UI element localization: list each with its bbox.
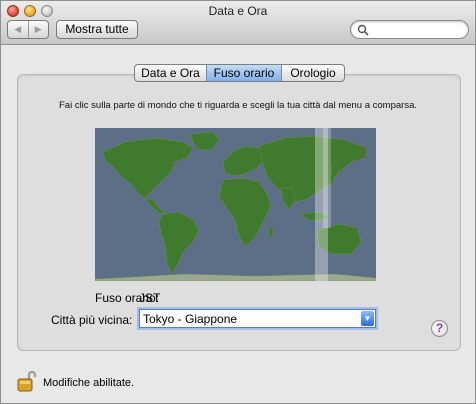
antarctica-region — [95, 273, 376, 281]
south-america-region — [158, 211, 200, 275]
closest-city-combobox[interactable]: Tokyo - Giappone ▼ — [139, 309, 376, 328]
tab-clock[interactable]: Orologio — [281, 65, 344, 81]
africa-region — [218, 177, 272, 247]
closest-city-value[interactable]: Tokyo - Giappone — [143, 312, 237, 326]
instruction-text: Fai clic sulla parte di mondo che ti rig… — [58, 100, 417, 111]
world-map[interactable] — [95, 128, 376, 281]
forward-arrow-icon[interactable]: ▶ — [27, 21, 49, 38]
tab-date-time[interactable]: Data e Ora — [135, 65, 206, 81]
greenland-region — [190, 131, 220, 151]
back-forward-control[interactable]: ◀ ▶ — [7, 20, 49, 39]
asia-region — [258, 135, 368, 203]
search-icon — [357, 24, 369, 36]
tab-bar: Data e Ora Fuso orario Orologio — [134, 64, 345, 82]
show-all-button[interactable]: Mostra tutte — [56, 20, 138, 39]
tab-time-zone[interactable]: Fuso orario — [206, 65, 281, 81]
india-region — [280, 187, 296, 211]
title-bar: Data e Ora ◀ ▶ Mostra tutte — [1, 1, 475, 45]
lock-icon[interactable] — [16, 369, 38, 393]
lock-status-text: Modifiche abilitate. — [43, 377, 135, 389]
search-field[interactable] — [350, 20, 469, 39]
popup-arrow-icon[interactable]: ▼ — [361, 311, 374, 326]
europe-region — [222, 145, 266, 177]
time-zone-value: JST — [139, 291, 161, 305]
window: Data e Ora ◀ ▶ Mostra tutte Data e Ora F… — [0, 0, 476, 404]
back-arrow-icon[interactable]: ◀ — [8, 21, 28, 38]
window-title: Data e Ora — [208, 4, 268, 18]
closest-city-label: Città più vicina: — [51, 313, 133, 327]
madagascar-region — [268, 225, 274, 239]
north-america-region — [102, 137, 194, 199]
help-button[interactable]: ? — [431, 320, 448, 337]
central-america-region — [144, 197, 166, 215]
